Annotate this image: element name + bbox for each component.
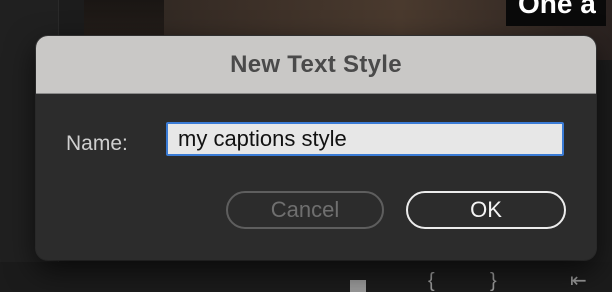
dialog-title-bar: New Text Style [36,36,596,94]
new-text-style-dialog: New Text Style Name: Cancel OK [36,36,596,260]
ok-button[interactable]: OK [406,191,566,229]
step-back-icon[interactable]: ⇤ [570,271,587,291]
transport-bar [0,262,612,290]
cancel-button[interactable]: Cancel [226,191,384,229]
video-caption-text: One a [506,0,606,26]
mark-in-icon[interactable]: { [428,271,435,291]
dialog-title: New Text Style [230,50,402,78]
mark-out-icon[interactable]: } [490,271,497,291]
stop-icon[interactable] [350,280,366,292]
name-input[interactable] [166,122,564,156]
name-label: Name: [66,132,128,155]
